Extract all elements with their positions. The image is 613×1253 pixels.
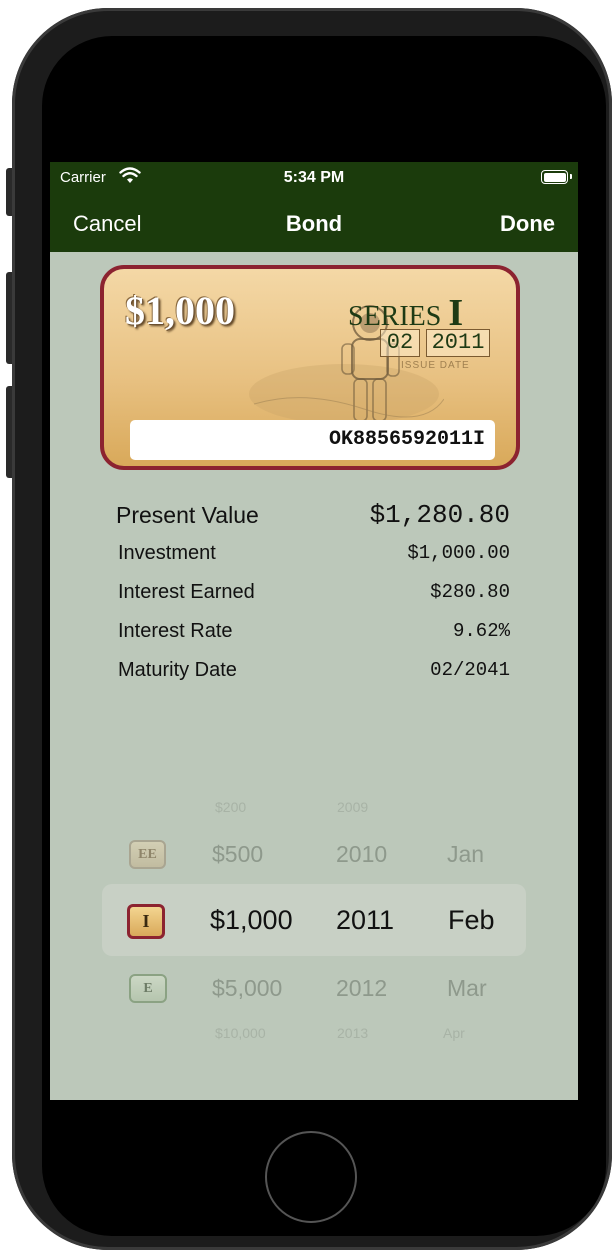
month-option-selected[interactable]: Feb: [448, 905, 495, 936]
navigation-bar: Cancel Bond Done: [50, 196, 578, 252]
maturity-date-label: Maturity Date: [118, 659, 237, 681]
clock: 5:34 PM: [283, 169, 345, 186]
month-option[interactable]: Mar: [447, 975, 487, 1002]
series-word: SERIES: [348, 301, 442, 332]
denomination-option[interactable]: $10,000: [215, 1025, 266, 1041]
status-bar: Carrier 5:34 PM: [50, 162, 578, 196]
denomination-option-selected[interactable]: $1,000: [210, 905, 293, 936]
denomination-option[interactable]: $500: [212, 841, 263, 868]
maturity-date-value: 02/2041: [430, 659, 510, 681]
month-option[interactable]: Apr: [443, 1025, 465, 1041]
issue-month: 02: [380, 329, 420, 357]
app-screen: Carrier 5:34 PM Cancel Bond Done $1,000 …: [50, 162, 578, 1100]
investment-value: $1,000.00: [407, 542, 510, 564]
year-option[interactable]: 2009: [337, 799, 368, 815]
issue-date-label: ISSUE DATE: [401, 360, 470, 371]
issue-year: 2011: [426, 329, 490, 357]
series-option-i[interactable]: I: [127, 904, 165, 939]
year-option[interactable]: 2012: [336, 975, 387, 1002]
denomination-option[interactable]: $5,000: [212, 975, 282, 1002]
home-button[interactable]: [265, 1131, 357, 1223]
denomination-option[interactable]: $200: [215, 799, 246, 815]
present-value-row: Present Value $1,280.80: [116, 500, 510, 532]
month-option[interactable]: Jan: [447, 841, 484, 868]
bond-denomination: $1,000: [125, 288, 235, 333]
done-button[interactable]: Done: [500, 211, 555, 237]
interest-rate-value: 9.62%: [452, 620, 510, 642]
series-option-ee[interactable]: EE: [129, 840, 166, 869]
year-option[interactable]: 2010: [336, 841, 387, 868]
battery-icon: [541, 170, 572, 184]
year-option-selected[interactable]: 2011: [336, 905, 394, 936]
interest-earned-value: $280.80: [430, 581, 510, 603]
page-title: Bond: [285, 211, 343, 236]
present-value-label: Present Value: [116, 502, 259, 528]
bond-picker[interactable]: EE I E $200 $500 $1,000 $5,000 $10,000 2…: [50, 782, 578, 1062]
maturity-date-row: Maturity Date 02/2041: [118, 659, 510, 689]
interest-rate-row: Interest Rate 9.62%: [118, 620, 510, 650]
series-option-e[interactable]: E: [129, 974, 167, 1003]
present-value: $1,280.80: [369, 500, 510, 530]
investment-label: Investment: [118, 542, 216, 564]
interest-earned-label: Interest Earned: [118, 581, 255, 603]
serial-number: OK8856592011I: [130, 420, 495, 460]
interest-rate-label: Interest Rate: [118, 620, 233, 642]
investment-row: Investment $1,000.00: [118, 542, 510, 572]
bond-card: $1,000 SERIES I 02 2011 ISSUE DATE OK885…: [100, 265, 520, 470]
year-option[interactable]: 2013: [337, 1025, 368, 1041]
series-letter: I: [448, 292, 464, 334]
interest-earned-row: Interest Earned $280.80: [118, 581, 510, 611]
